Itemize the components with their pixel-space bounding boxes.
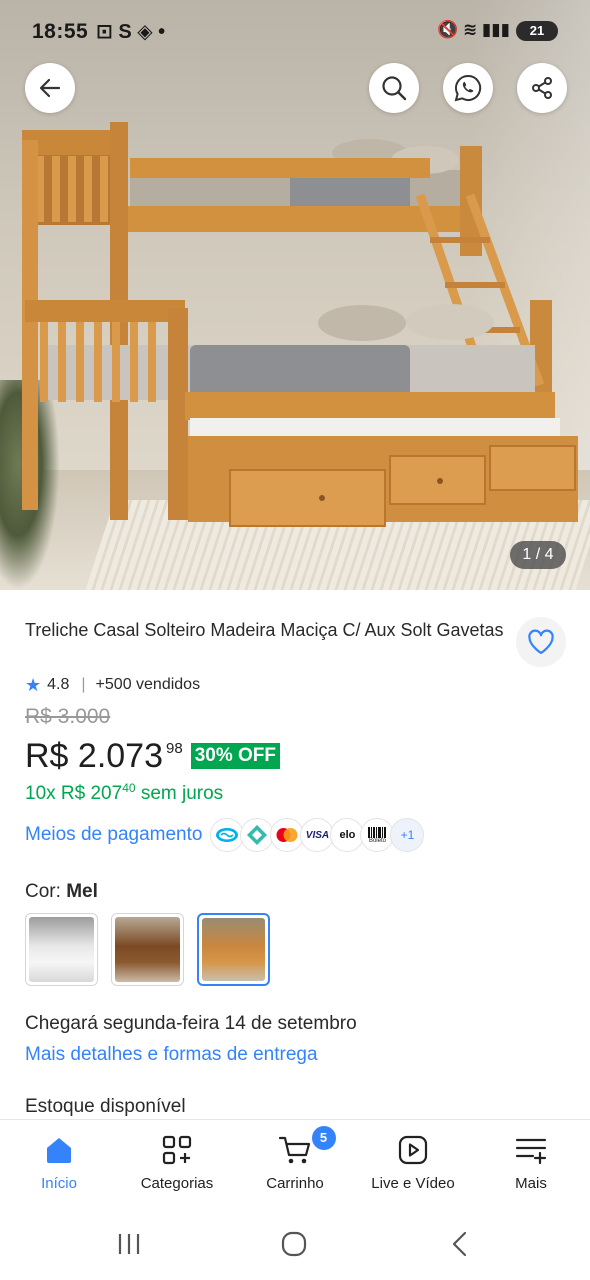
delivery-estimate: Chegará segunda-feira 14 de setembro xyxy=(25,1013,357,1034)
swatch-thumbnail xyxy=(29,917,94,982)
divider: | xyxy=(81,676,86,693)
sold-count: +500 vendidos xyxy=(95,676,201,693)
color-swatch-brown[interactable] xyxy=(111,913,184,986)
boleto-icon: Boleto xyxy=(360,818,395,852)
nav-item-mais[interactable]: Mais xyxy=(472,1120,590,1211)
color-label-prefix: Cor: xyxy=(25,881,61,902)
back-arrow-icon xyxy=(39,78,61,98)
installments-suffix: sem juros xyxy=(135,783,224,804)
bottom-navigation: Início Categorias 5 Carrinho Live e Víde… xyxy=(0,1119,590,1211)
visa-icon: VISA xyxy=(300,818,335,852)
system-navigation-bar xyxy=(0,1211,590,1280)
rating-row[interactable]: ★ 4.8 | +500 vendidos xyxy=(25,673,200,697)
bunk-bed-photo xyxy=(22,122,578,527)
boleto-label: Boleto xyxy=(368,837,386,844)
nav-item-live-video[interactable]: Live e Vídeo xyxy=(354,1120,472,1211)
installments: 10x R$ 20740 sem juros xyxy=(25,781,224,805)
heart-icon xyxy=(528,629,554,655)
mercado-pago-icon xyxy=(210,818,245,852)
swatch-thumbnail xyxy=(202,918,265,981)
search-button[interactable] xyxy=(369,63,419,113)
home-icon xyxy=(47,1138,71,1163)
nav-item-carrinho[interactable]: 5 Carrinho xyxy=(236,1120,354,1211)
menu-more-icon xyxy=(515,1138,547,1165)
price-row: R$ 2.073 98 30% OFF xyxy=(25,736,280,776)
share-icon xyxy=(532,77,552,99)
color-swatch-mel[interactable] xyxy=(197,913,270,986)
back-nav-button[interactable] xyxy=(446,1229,476,1259)
installments-amount: 10x R$ 207 xyxy=(25,783,123,804)
color-label: Cor: Mel xyxy=(25,881,98,903)
product-title: Treliche Casal Solteiro Madeira Maciça C… xyxy=(25,620,504,640)
battery-indicator: 21 xyxy=(516,21,558,41)
notification-icons: ⊡ S ◈ • xyxy=(96,21,166,43)
cart-icon xyxy=(278,1136,311,1164)
signal-icons: 🔇 ≋ ▮▮▮ xyxy=(437,20,510,39)
nav-label: Live e Vídeo xyxy=(371,1175,455,1192)
cart-count-badge: 5 xyxy=(311,1126,336,1150)
original-price: R$ 3.000 xyxy=(25,705,111,728)
share-button[interactable] xyxy=(517,63,567,113)
current-price-cents: 98 xyxy=(166,740,183,757)
home-button[interactable] xyxy=(279,1229,309,1259)
pix-icon xyxy=(240,818,275,852)
delivery-details-link[interactable]: Mais detalhes e formas de entrega xyxy=(25,1044,318,1066)
elo-icon: elo xyxy=(330,818,365,852)
star-icon: ★ xyxy=(25,674,42,695)
product-image-gallery[interactable]: 18:55 ⊡ S ◈ • 🔇 ≋ ▮▮▮ 21 1 / 4 xyxy=(0,0,590,590)
whatsapp-icon xyxy=(454,74,482,102)
swatch-thumbnail xyxy=(115,917,180,982)
current-price: R$ 2.073 xyxy=(25,737,163,775)
search-icon xyxy=(382,76,407,101)
rating-value: 4.8 xyxy=(47,676,70,693)
nav-label: Início xyxy=(41,1175,77,1192)
mastercard-icon xyxy=(270,818,305,852)
status-bar: 18:55 ⊡ S ◈ • 🔇 ≋ ▮▮▮ 21 xyxy=(0,0,590,60)
color-swatch-white[interactable] xyxy=(25,913,98,986)
installments-cents: 40 xyxy=(122,781,136,795)
color-value: Mel xyxy=(66,881,98,902)
video-icon xyxy=(398,1135,428,1165)
back-button[interactable] xyxy=(25,63,75,113)
favorite-button[interactable] xyxy=(516,617,566,667)
recent-apps-button[interactable] xyxy=(114,1229,144,1259)
nav-label: Carrinho xyxy=(266,1175,324,1192)
nav-item-categorias[interactable]: Categorias xyxy=(118,1120,236,1211)
nav-item-inicio[interactable]: Início xyxy=(0,1120,118,1211)
nav-label: Mais xyxy=(515,1175,547,1192)
more-payment-methods[interactable]: +1 xyxy=(390,818,425,852)
payment-methods-link[interactable]: Meios de pagamento xyxy=(25,824,202,846)
categories-icon xyxy=(162,1135,192,1165)
whatsapp-share-button[interactable] xyxy=(443,63,493,113)
nav-label: Categorias xyxy=(140,1175,214,1192)
stock-status: Estoque disponível xyxy=(25,1096,186,1117)
image-counter: 1 / 4 xyxy=(510,541,566,569)
discount-badge: 30% OFF xyxy=(190,743,280,769)
payment-methods-row[interactable]: Meios de pagamento VISA elo Boleto +1 xyxy=(25,818,425,852)
status-time: 18:55 xyxy=(32,20,89,43)
